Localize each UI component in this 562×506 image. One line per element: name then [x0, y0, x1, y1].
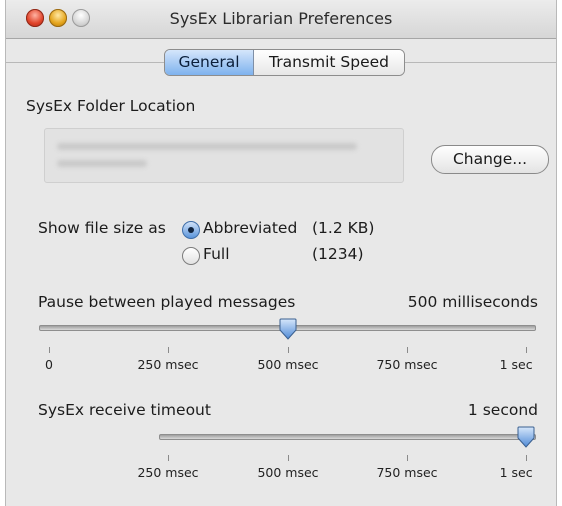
timeout-tick	[407, 455, 408, 461]
pause-tick-label-1sec: 1 sec	[499, 357, 533, 372]
timeout-tick-label-500: 500 msec	[257, 465, 319, 480]
timeout-tick-label-250: 250 msec	[137, 465, 199, 480]
timeout-slider-thumb[interactable]	[516, 426, 536, 448]
full-option-label[interactable]: Full	[203, 245, 230, 263]
folder-path-blurred-line	[57, 160, 147, 167]
preferences-window: SysEx Librarian Preferences General Tran…	[6, 0, 556, 506]
full-example: (1234)	[312, 245, 364, 263]
pause-tick	[49, 347, 50, 353]
radio-abbreviated[interactable]	[182, 221, 200, 239]
timeout-slider-track[interactable]	[159, 434, 536, 440]
timeout-value: 1 second	[467, 401, 538, 419]
timeout-tick-label-1sec: 1 sec	[499, 465, 533, 480]
pause-tick-label-250: 250 msec	[137, 357, 199, 372]
file-size-label: Show file size as	[38, 219, 166, 237]
folder-path-display	[44, 128, 404, 183]
pause-value: 500 milliseconds	[407, 293, 538, 311]
pause-tick	[407, 347, 408, 353]
timeout-tick-label-750: 750 msec	[376, 465, 438, 480]
pause-tick-label-750: 750 msec	[376, 357, 438, 372]
pause-tick	[168, 347, 169, 353]
folder-path-blurred-line	[57, 143, 357, 150]
tab-transmit-speed[interactable]: Transmit Speed	[254, 50, 404, 75]
abbreviated-example: (1.2 KB)	[312, 219, 375, 237]
folder-location-heading: SysEx Folder Location	[26, 97, 196, 115]
timeout-tick	[288, 455, 289, 461]
pause-tick-label-500: 500 msec	[257, 357, 319, 372]
timeout-label: SysEx receive timeout	[38, 401, 211, 419]
change-folder-button[interactable]: Change...	[431, 145, 549, 174]
pause-label: Pause between played messages	[38, 293, 296, 311]
window-title: SysEx Librarian Preferences	[169, 9, 393, 28]
pause-tick-label-0: 0	[45, 357, 53, 372]
timeout-tick	[168, 455, 169, 461]
timeout-tick	[526, 455, 527, 461]
tab-general[interactable]: General	[165, 50, 254, 75]
title-bar[interactable]: SysEx Librarian Preferences	[6, 0, 556, 39]
abbreviated-option-label[interactable]: Abbreviated	[203, 219, 297, 237]
pause-slider-thumb[interactable]	[278, 318, 298, 340]
pause-tick	[526, 347, 527, 353]
tab-bar: General Transmit Speed	[164, 49, 405, 76]
radio-full[interactable]	[182, 247, 200, 265]
pause-tick	[288, 347, 289, 353]
